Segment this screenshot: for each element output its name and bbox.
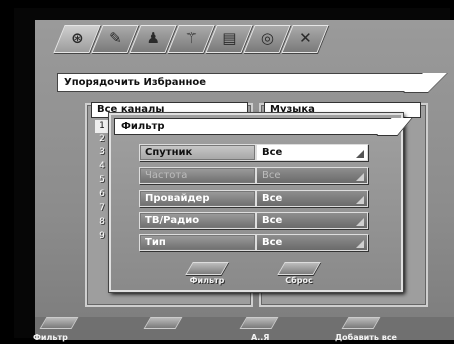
- filter-type-button[interactable]: Тип: [139, 234, 256, 251]
- reset-filter-label: Сброс: [285, 276, 313, 285]
- page-title: Упорядочить Избранное: [57, 73, 423, 92]
- filter-type-value[interactable]: Все: [256, 234, 368, 251]
- red-function-label: Фильтр: [33, 333, 68, 342]
- filter-satellite-button[interactable]: Спутник: [139, 144, 256, 161]
- filter-satellite-value[interactable]: Все: [256, 144, 368, 161]
- row-number[interactable]: 5: [95, 174, 109, 187]
- row-number[interactable]: 4: [95, 160, 109, 173]
- row-number[interactable]: 6: [95, 188, 109, 201]
- yellow-function-label: А..Я: [251, 333, 270, 342]
- row-number[interactable]: 8: [95, 216, 109, 229]
- reset-filter-button[interactable]: [277, 262, 321, 275]
- apply-filter-label: Фильтр: [189, 276, 225, 285]
- filter-frequency-value: Все: [256, 167, 368, 184]
- tv-frame: ⊛ ✎ ♟ ⚚ ▤ ◎ ✕ Упорядочить Избранное Все …: [14, 8, 454, 342]
- row-number[interactable]: 9: [95, 230, 109, 243]
- folder-icon: ▤: [222, 29, 237, 47]
- dialog-title: Фильтр: [114, 118, 392, 135]
- filter-provider-button[interactable]: Провайдер: [139, 190, 256, 207]
- apply-filter-button[interactable]: [185, 262, 229, 275]
- user-icon: ♟: [146, 29, 161, 47]
- blue-function-label: Добавить все: [335, 333, 397, 342]
- screen: ⊛ ✎ ♟ ⚚ ▤ ◎ ✕ Упорядочить Избранное Все …: [33, 20, 454, 342]
- filter-provider-value[interactable]: Все: [256, 190, 368, 207]
- filter-tv-radio-button[interactable]: ТВ/Радио: [139, 212, 256, 229]
- antenna-icon: ⚚: [184, 29, 199, 47]
- row-number[interactable]: 1: [95, 120, 109, 133]
- row-number[interactable]: 7: [95, 202, 109, 215]
- filter-dialog: Фильтр Спутник Все Частота Все Провайдер…: [109, 113, 403, 292]
- filter-tv-radio-value[interactable]: Все: [256, 212, 368, 229]
- row-number[interactable]: 2: [95, 133, 109, 146]
- lock-icon: ◎: [260, 29, 274, 47]
- satellite-icon: ⊛: [71, 29, 84, 47]
- tools-icon: ✕: [299, 29, 312, 47]
- menu-tab-bar: ⊛ ✎ ♟ ⚚ ▤ ◎ ✕: [53, 25, 341, 53]
- wrench-icon: ✎: [109, 29, 122, 47]
- filter-frequency-button: Частота: [139, 167, 256, 184]
- row-number[interactable]: 3: [95, 146, 109, 159]
